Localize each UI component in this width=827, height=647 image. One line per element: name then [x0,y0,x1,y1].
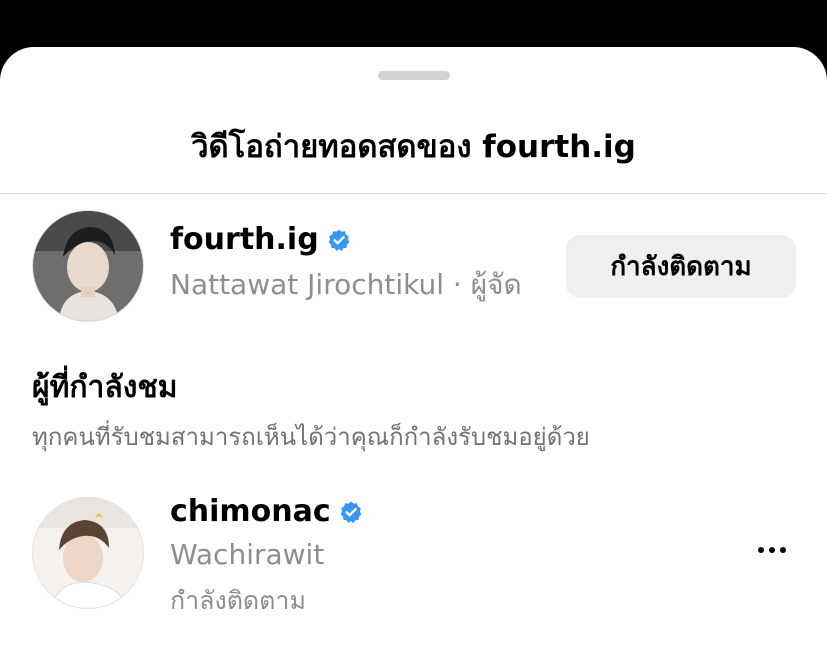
verified-badge-icon [328,229,350,252]
status-bar-area [0,0,827,48]
viewer-follow-status: กำลังติดตาม [170,586,306,615]
host-username[interactable]: fourth.ig [170,220,319,260]
profile-photo-icon [33,211,143,321]
viewers-section-title: ผู้ที่กำลังชม [32,370,178,405]
profile-photo-icon [33,498,143,608]
viewers-section-description: ทุกคนที่รับชมสามารถเห็นได้ว่าคุณก็กำลังร… [32,423,590,451]
sheet-title: วิดีโอถ่ายทอดสดของ fourth.ig [191,129,636,165]
verified-badge-icon [340,501,362,524]
viewer-username-row[interactable]: chimonac [170,492,363,532]
live-viewers-sheet: วิดีโอถ่ายทอดสดของ fourth.ig fourth.ig N… [0,47,827,647]
viewer-avatar[interactable] [32,497,144,609]
viewer-username[interactable]: chimonac [170,492,331,532]
more-horizontal-icon[interactable] [752,535,792,565]
host-username-row[interactable]: fourth.ig [170,220,351,260]
following-button[interactable]: กำลังติดตาม [566,235,796,298]
host-avatar[interactable] [32,210,144,322]
viewer-full-name: Wachirawit [170,538,325,571]
sheet-grabber[interactable] [378,71,450,80]
header-divider [0,193,827,194]
host-subtitle: Nattawat Jirochtikul · ผู้จัด [170,268,522,301]
